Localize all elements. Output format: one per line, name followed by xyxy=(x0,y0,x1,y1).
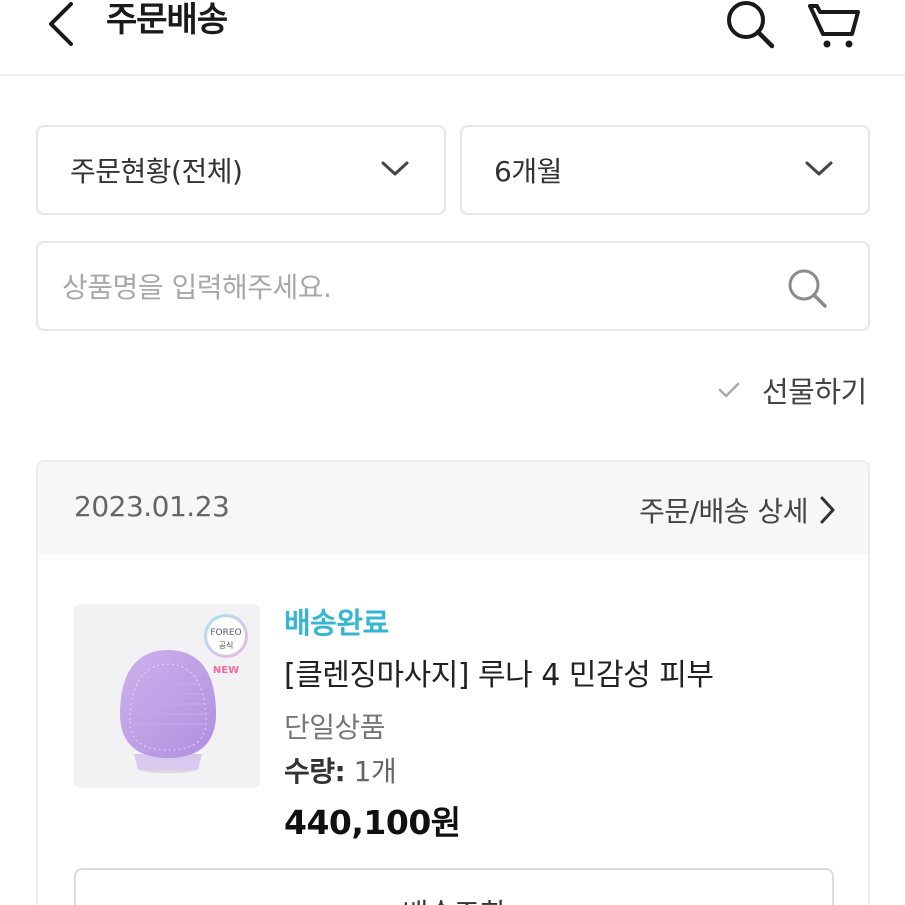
image-badge-text: 공식 xyxy=(219,641,234,650)
order-detail-link[interactable]: 주문/배송 상세 xyxy=(639,490,836,530)
chevron-right-icon xyxy=(820,496,835,524)
app-header: 주문배송 xyxy=(0,0,905,76)
product-name[interactable]: [클렌징마사지] 루나 4 민감성 피부 xyxy=(284,650,714,694)
product-thumbnail[interactable]: FOREO 공식 NEW xyxy=(74,604,260,788)
chevron-down-icon xyxy=(805,161,833,176)
cart-button[interactable] xyxy=(808,0,864,50)
period-value: 6개월 xyxy=(494,155,562,188)
period-select[interactable]: 6개월 xyxy=(460,125,870,215)
gift-label: 선물하기 xyxy=(762,375,867,409)
product-search-box xyxy=(36,241,870,331)
check-icon xyxy=(718,382,740,398)
search-icon xyxy=(788,269,827,308)
chevron-down-icon xyxy=(381,161,409,176)
search-icon xyxy=(727,1,775,49)
product-quantity: 수량: 1개 xyxy=(284,750,397,790)
product-search-input[interactable] xyxy=(62,263,762,311)
cart-icon xyxy=(808,4,860,48)
chevron-left-icon xyxy=(49,2,73,46)
order-card-header: 2023.01.23 주문/배송 상세 xyxy=(38,462,868,554)
gift-toggle[interactable]: 선물하기 xyxy=(716,370,867,410)
order-card: 2023.01.23 주문/배송 상세 FOREO 공식 NEW 배송완료 [클… xyxy=(36,460,870,905)
header-search-button[interactable] xyxy=(722,0,778,50)
order-detail-label: 주문/배송 상세 xyxy=(639,495,808,528)
order-status-value: 주문현황(전체) xyxy=(70,155,243,188)
product-price: 440,100원 xyxy=(284,803,461,842)
product-image: FOREO 공식 NEW xyxy=(120,614,248,773)
track-shipping-button[interactable]: 배송조회 xyxy=(74,868,834,905)
image-new-text: NEW xyxy=(213,665,239,676)
back-button[interactable] xyxy=(38,0,82,48)
order-date: 2023.01.23 xyxy=(74,490,230,523)
product-option: 단일상품 xyxy=(284,711,386,744)
quantity-label: 수량: xyxy=(284,755,346,788)
product-search-button[interactable] xyxy=(786,267,828,309)
image-brand-text: FOREO xyxy=(210,628,241,638)
page-title: 주문배송 xyxy=(106,0,228,40)
order-status-select[interactable]: 주문현황(전체) xyxy=(36,125,446,215)
shipping-status: 배송완료 xyxy=(284,606,389,640)
quantity-value: 1개 xyxy=(353,755,397,788)
